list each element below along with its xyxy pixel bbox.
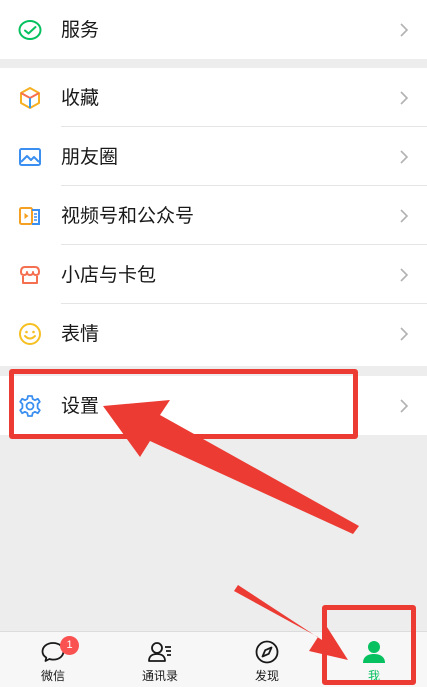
channels-icon [17,203,43,229]
tab-discover[interactable]: 发现 [232,632,302,687]
menu-item-label: 表情 [61,323,100,345]
tab-contacts[interactable]: 通讯录 [125,632,195,687]
contacts-icon [146,638,174,666]
chevron-right-icon [399,88,409,108]
unread-badge: 1 [60,636,79,655]
menu-item-stickers[interactable]: 表情 [0,304,427,363]
menu-item-label: 服务 [61,19,100,41]
chevron-right-icon [399,396,409,416]
menu-item-services[interactable]: 服务 [0,0,427,59]
tab-label: 微信 [40,669,65,683]
menu-item-moments[interactable]: 朋友圈 [0,127,427,186]
menu-item-label: 朋友圈 [61,146,119,168]
sticker-smiley-icon [17,321,43,347]
settings-highlight-box [9,369,358,439]
menu-item-channels[interactable]: 视频号和公众号 [0,186,427,245]
menu-item-favorites[interactable]: 收藏 [0,68,427,127]
menu-item-shop[interactable]: 小店与卡包 [0,245,427,304]
chevron-right-icon [399,20,409,40]
services-icon [17,17,43,43]
menu-item-label: 收藏 [61,87,100,109]
chevron-right-icon [399,265,409,285]
moments-image-icon [17,144,43,170]
tab-label: 发现 [254,669,279,683]
main-menu-group: 收藏 朋友圈 视频号和公众号 小店与卡包 表情 [0,68,427,366]
chevron-right-icon [399,147,409,167]
menu-item-label: 小店与卡包 [61,264,157,286]
favorites-cube-icon [17,85,43,111]
tab-chats[interactable]: 1 微信 [18,632,88,687]
menu-item-label: 视频号和公众号 [61,205,195,227]
compass-icon [253,638,281,666]
chevron-right-icon [399,324,409,344]
shop-card-icon [17,262,43,288]
tab-label: 通讯录 [141,669,178,683]
chevron-right-icon [399,206,409,226]
services-group: 服务 [0,0,427,59]
me-tab-highlight-box [322,605,416,685]
